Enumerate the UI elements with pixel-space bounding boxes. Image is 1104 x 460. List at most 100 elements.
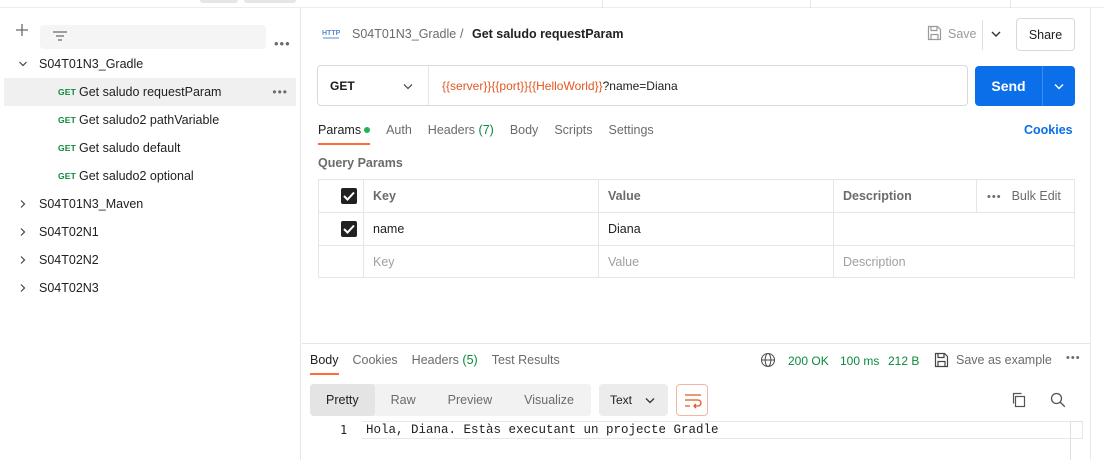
request-title[interactable]: Get saludo requestParam <box>472 27 623 41</box>
bulk-edit-cell: ••• Bulk Edit <box>976 180 1074 212</box>
url-bar: GET {{server}}{{port}}{{HelloWorld}}?nam… <box>317 65 968 106</box>
response-more-icon[interactable]: ••• <box>1066 352 1081 364</box>
view-mode-segment: Pretty Raw Preview Visualize <box>310 384 591 416</box>
http-request-icon: HTTP <box>322 30 340 39</box>
response-tab-cookies[interactable]: Cookies <box>353 353 398 375</box>
line-number: 1 <box>340 423 348 437</box>
search-icon[interactable] <box>1050 392 1066 408</box>
collection-label: S04T02N3 <box>39 281 99 295</box>
top-strip <box>0 0 1104 8</box>
save-button[interactable]: Save <box>948 27 977 41</box>
value-placeholder[interactable]: Value <box>598 246 833 278</box>
editor-scrollbar[interactable] <box>1070 421 1083 460</box>
response-divider[interactable] <box>302 343 1090 344</box>
url-input[interactable]: {{server}}{{port}}{{HelloWorld}}?name=Di… <box>442 79 678 93</box>
chevron-right-icon <box>20 256 26 264</box>
collection-item[interactable]: S04T02N3 <box>4 274 296 302</box>
status-badge[interactable]: 200 OK <box>788 354 829 368</box>
param-value[interactable]: Diana <box>598 213 833 245</box>
send-button[interactable]: Send <box>975 66 1075 106</box>
collection-item[interactable]: S04T02N1 <box>4 218 296 246</box>
row-checkbox[interactable] <box>341 221 357 237</box>
value-header: Value <box>598 180 833 212</box>
response-tab-headers[interactable]: Headers (5) <box>412 353 478 375</box>
main-panel: HTTP S04T01N3_Gradle / Get saludo reques… <box>302 8 1090 460</box>
globe-icon[interactable] <box>760 352 776 368</box>
response-tab-body[interactable]: Body <box>310 353 339 375</box>
response-tab-tests[interactable]: Test Results <box>492 353 560 375</box>
view-pretty[interactable]: Pretty <box>310 384 375 416</box>
tab-label: Body <box>310 353 339 367</box>
url-variable: {{port}} <box>491 79 529 93</box>
scrollbar[interactable] <box>1090 8 1104 460</box>
description-header: Description <box>833 180 976 212</box>
url-query: ?name=Diana <box>602 79 678 93</box>
response-body-editor[interactable]: 1 Hola, Diana. Estàs executant un projec… <box>310 421 1083 460</box>
request-item[interactable]: GET Get saludo2 pathVariable <box>4 106 296 134</box>
tab-scripts[interactable]: Scripts <box>554 123 592 145</box>
collection-item[interactable]: S04T01N3_Maven <box>4 190 296 218</box>
tab-count: (7) <box>478 123 494 137</box>
table-row-empty: Key Value Description <box>319 246 1074 279</box>
chevron-down-icon[interactable] <box>990 28 1002 40</box>
bulk-edit-button[interactable]: Bulk Edit <box>1012 189 1061 203</box>
view-preview[interactable]: Preview <box>432 384 508 416</box>
collection-label: S04T01N3_Maven <box>39 197 144 211</box>
key-placeholder[interactable]: Key <box>363 246 598 278</box>
param-description[interactable] <box>833 213 1074 245</box>
param-key[interactable]: name <box>363 213 598 245</box>
view-visualize[interactable]: Visualize <box>508 384 590 416</box>
params-dot-icon <box>364 127 371 133</box>
collection-item[interactable]: S04T01N3_Gradle <box>4 50 296 78</box>
query-params-title: Query Params <box>318 156 403 170</box>
divider <box>428 66 429 105</box>
chevron-right-icon <box>20 200 26 208</box>
url-variable: {{server}} <box>442 79 492 93</box>
chevron-down-icon[interactable] <box>402 82 414 92</box>
url-variable: {{HelloWorld}} <box>528 79 603 93</box>
share-button[interactable]: Share <box>1016 18 1075 51</box>
view-raw[interactable]: Raw <box>375 384 432 416</box>
tab-label: Headers <box>411 353 459 367</box>
format-label: Text <box>610 393 633 407</box>
request-more-icon[interactable]: ••• <box>272 85 288 99</box>
tab-settings[interactable]: Settings <box>609 123 654 145</box>
more-icon[interactable]: ••• <box>987 191 1002 203</box>
response-time[interactable]: 100 ms <box>840 354 879 368</box>
chevron-down-icon <box>19 61 27 67</box>
request-method: GET <box>58 87 77 97</box>
request-item[interactable]: GET Get saludo2 optional <box>4 162 296 190</box>
response-size[interactable]: 212 B <box>888 354 919 368</box>
request-item[interactable]: GET Get saludo default <box>4 134 296 162</box>
row-check-cell <box>319 246 363 278</box>
request-item[interactable]: GET Get saludo requestParam ••• <box>4 78 296 106</box>
breadcrumb-parent[interactable]: S04T01N3_Gradle <box>352 27 456 41</box>
response-body-text[interactable]: Hola, Diana. Estàs executant un projecte… <box>366 423 719 437</box>
filter-icon <box>53 31 67 41</box>
breadcrumb-separator: / <box>460 27 464 41</box>
cookies-link[interactable]: Cookies <box>1024 123 1073 137</box>
collection-label: S04T01N3_Gradle <box>39 57 144 71</box>
save-as-example-button[interactable]: Save as example <box>956 353 1052 367</box>
tab-body[interactable]: Body <box>510 123 539 145</box>
collection-item[interactable]: S04T02N2 <box>4 246 296 274</box>
row-check-cell <box>319 213 363 245</box>
tab-params[interactable]: Params <box>318 123 371 145</box>
plus-icon[interactable] <box>14 22 30 38</box>
chevron-down-icon[interactable] <box>1053 82 1065 92</box>
request-method: GET <box>58 115 77 125</box>
method-select[interactable]: GET <box>330 79 355 93</box>
select-all-checkbox[interactable] <box>341 188 357 204</box>
save-icon[interactable] <box>927 25 942 41</box>
tab-auth[interactable]: Auth <box>386 123 412 145</box>
sidebar-more-icon[interactable]: ••• <box>274 36 291 51</box>
save-icon <box>934 352 949 368</box>
filter-input[interactable] <box>40 25 266 49</box>
copy-icon[interactable] <box>1011 392 1027 408</box>
format-select[interactable]: Text <box>599 384 668 416</box>
wrap-lines-button[interactable] <box>676 384 708 416</box>
request-label: Get saludo2 pathVariable <box>79 113 220 127</box>
description-placeholder[interactable]: Description <box>833 246 1074 278</box>
response-tabs: Body Cookies Headers (5) Test Results <box>310 353 574 375</box>
tab-headers[interactable]: Headers (7) <box>428 123 494 145</box>
